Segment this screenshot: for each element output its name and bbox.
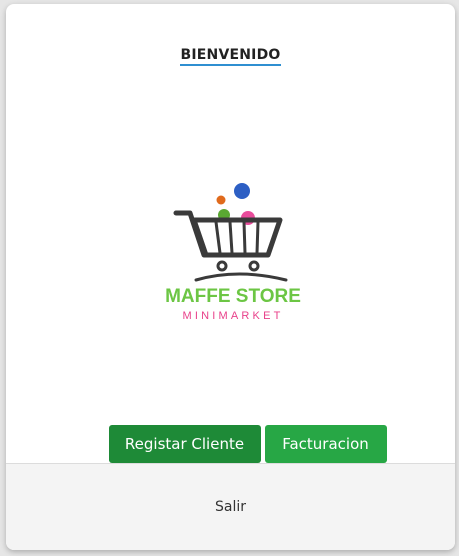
store-logo: MAFFE STORE MINIMARKET <box>160 180 306 330</box>
orange-ball <box>216 195 226 205</box>
footer: Salir <box>6 463 455 550</box>
action-buttons: Registar Cliente Facturacion <box>6 425 455 463</box>
welcome-card: BIENVENIDO MAFFE STORE MINIMARKET Regist… <box>6 4 455 550</box>
header: BIENVENIDO <box>6 44 455 66</box>
exit-link[interactable]: Salir <box>215 499 246 515</box>
brand-subtitle: MINIMARKET <box>182 310 283 322</box>
shopping-cart-icon: MAFFE STORE MINIMARKET <box>165 183 301 322</box>
billing-button[interactable]: Facturacion <box>264 425 387 463</box>
page-title: BIENVENIDO <box>180 47 281 66</box>
blue-ball <box>234 183 250 199</box>
brand-name: MAFFE STORE <box>165 286 301 307</box>
register-client-button[interactable]: Registar Cliente <box>108 425 261 463</box>
